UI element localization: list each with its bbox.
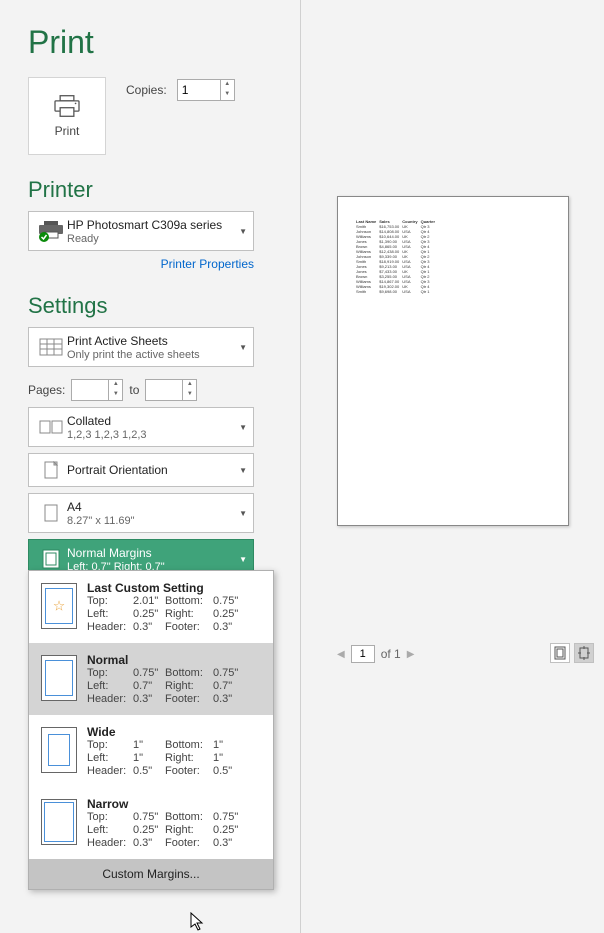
prev-page-button[interactable]: ◀: [337, 649, 345, 660]
pages-to-label: to: [129, 383, 139, 397]
show-margins-button[interactable]: [550, 643, 570, 663]
page-input[interactable]: [351, 645, 375, 663]
printer-name: HP Photosmart C309a series: [67, 218, 239, 232]
sheets-icon: [35, 338, 67, 356]
printer-icon: [53, 94, 81, 118]
chevron-down-icon: ▼: [239, 423, 247, 432]
collate-dropdown[interactable]: Collated 1,2,3 1,2,3 1,2,3 ▼: [28, 407, 254, 447]
printer-heading: Printer: [28, 177, 93, 203]
pages-from-spinner[interactable]: ▲▼: [71, 379, 123, 401]
chevron-down-icon: ▼: [239, 466, 247, 475]
pages-to-spinner[interactable]: ▲▼: [145, 379, 197, 401]
pages-to-input[interactable]: [146, 380, 182, 400]
portrait-icon: [35, 461, 67, 479]
paper-icon: [35, 504, 67, 522]
collate-icon: [35, 418, 67, 436]
chevron-down-icon: ▼: [239, 227, 247, 236]
page-of-label: of 1: [381, 647, 401, 661]
settings-heading: Settings: [28, 293, 108, 319]
pages-label: Pages:: [28, 383, 65, 397]
printer-properties-link[interactable]: Printer Properties: [28, 257, 254, 271]
copies-spinner[interactable]: ▲▼: [177, 79, 235, 101]
copies-label: Copies:: [126, 83, 167, 97]
printer-dropdown[interactable]: HP Photosmart C309a series Ready ▼: [28, 211, 254, 251]
margin-thumb-icon: [41, 799, 77, 845]
spinner-up[interactable]: ▲: [221, 80, 234, 90]
margin-option-normal[interactable]: NormalTop:0.75"Bottom:0.75"Left:0.7"Righ…: [29, 643, 273, 715]
copies-input[interactable]: [178, 80, 220, 100]
margin-thumb-icon: [41, 727, 77, 773]
preview-page: Last NameSalesCountryQuarterSmith$16,753…: [337, 196, 569, 526]
margins-popup: ☆Last Custom SettingTop:2.01"Bottom:0.75…: [28, 570, 274, 890]
chevron-down-icon: ▼: [239, 555, 247, 564]
printer-status: Ready: [67, 233, 239, 245]
printer-status-icon: [35, 220, 67, 242]
print-what-dropdown[interactable]: Print Active Sheets Only print the activ…: [28, 327, 254, 367]
spinner-down[interactable]: ▼: [221, 90, 234, 100]
margin-thumb-icon: ☆: [41, 583, 77, 629]
margin-option-last-custom-setting[interactable]: ☆Last Custom SettingTop:2.01"Bottom:0.75…: [29, 571, 273, 643]
pages-from-input[interactable]: [72, 380, 108, 400]
preview-panel: Last NameSalesCountryQuarterSmith$16,753…: [300, 0, 604, 933]
paper-dropdown[interactable]: A4 8.27" x 11.69" ▼: [28, 493, 254, 533]
orientation-dropdown[interactable]: Portrait Orientation ▼: [28, 453, 254, 487]
margin-option-narrow[interactable]: NarrowTop:0.75"Bottom:0.75"Left:0.25"Rig…: [29, 787, 273, 859]
cursor-icon: [190, 912, 206, 932]
custom-margins-button[interactable]: Custom Margins...: [29, 859, 273, 889]
margin-thumb-icon: [41, 655, 77, 701]
chevron-down-icon: ▼: [239, 509, 247, 518]
print-button[interactable]: Print: [28, 77, 106, 155]
print-button-label: Print: [55, 124, 80, 138]
chevron-down-icon: ▼: [239, 343, 247, 352]
zoom-to-page-button[interactable]: [574, 643, 594, 663]
margin-option-wide[interactable]: WideTop:1"Bottom:1"Left:1"Right:1"Header…: [29, 715, 273, 787]
margins-icon: [35, 549, 67, 569]
next-page-button[interactable]: ▶: [407, 649, 415, 660]
